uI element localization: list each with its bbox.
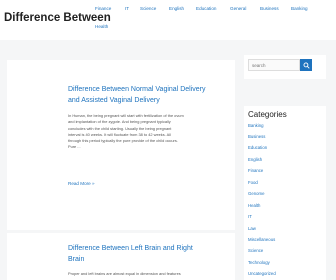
- category-law[interactable]: Law: [248, 226, 256, 231]
- category-banking[interactable]: Banking: [248, 123, 264, 128]
- category-finance[interactable]: Finance: [248, 168, 263, 173]
- excerpt-line: Pure ...: [68, 144, 81, 150]
- category-business[interactable]: Business: [248, 134, 265, 139]
- category-it[interactable]: IT: [248, 214, 252, 219]
- search-button[interactable]: [300, 59, 312, 71]
- category-science[interactable]: Science: [248, 248, 263, 253]
- article-card: Difference Between Normal Vaginal Delive…: [7, 60, 235, 230]
- nav-item-english[interactable]: English: [169, 6, 184, 11]
- post-title-line[interactable]: Brain: [68, 255, 234, 266]
- category-miscellaneous[interactable]: Miscellaneous: [248, 237, 275, 242]
- nav-item-health[interactable]: Health: [95, 24, 108, 29]
- search-widget: [244, 55, 326, 79]
- category-technology[interactable]: Technology: [248, 260, 270, 265]
- site-title[interactable]: Difference Between: [4, 12, 111, 24]
- nav-item-finance[interactable]: Finance: [95, 6, 111, 11]
- post-title-line[interactable]: Difference Between Left Brain and Right: [68, 244, 234, 255]
- nav-item-general[interactable]: General: [230, 6, 246, 11]
- post-title-line[interactable]: Difference Between Normal Vaginal Delive…: [68, 85, 234, 96]
- search-input[interactable]: [248, 59, 300, 71]
- categories-widget: Categories Banking Business Education En…: [244, 106, 326, 280]
- nav-item-education[interactable]: Education: [196, 6, 216, 11]
- post-title[interactable]: Difference Between Left Brain and Right …: [68, 244, 234, 265]
- category-genome[interactable]: Genome: [248, 191, 264, 196]
- post-title-line[interactable]: and Assisted Vaginal Delivery: [68, 96, 234, 107]
- nav-item-business[interactable]: Business: [260, 6, 279, 11]
- post-title[interactable]: Difference Between Normal Vaginal Delive…: [68, 85, 234, 106]
- article-card: Difference Between Left Brain and Right …: [7, 233, 235, 280]
- category-english[interactable]: English: [248, 157, 262, 162]
- nav-item-science[interactable]: Science: [140, 6, 156, 11]
- post-excerpt: Proper and left brains are almost equal …: [68, 271, 234, 277]
- search-icon: [303, 62, 310, 69]
- category-education[interactable]: Education: [248, 145, 267, 150]
- category-health[interactable]: Health: [248, 203, 260, 208]
- post-excerpt: In Human, the being pregnant will start …: [68, 113, 234, 151]
- site-header: Difference Between Finance IT Science En…: [0, 0, 336, 40]
- excerpt-line: Proper and left brains are almost equal …: [68, 271, 181, 276]
- categories-title: Categories: [248, 110, 287, 119]
- nav-item-it[interactable]: IT: [125, 6, 129, 11]
- category-uncategorized[interactable]: Uncategorized: [248, 271, 276, 276]
- read-more-link[interactable]: Read More »: [68, 181, 95, 186]
- category-food[interactable]: Food: [248, 180, 258, 185]
- nav-item-banking[interactable]: Banking: [291, 6, 308, 11]
